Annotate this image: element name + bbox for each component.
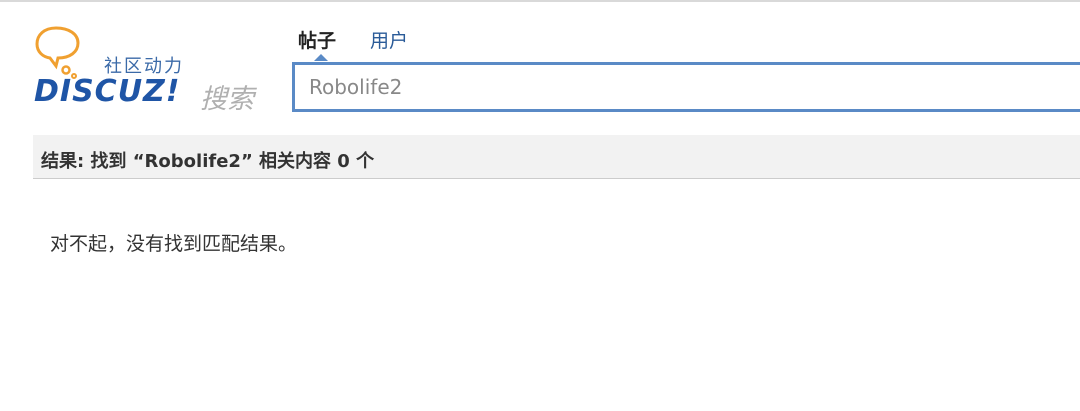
discuz-logo[interactable]: 社区动力 DISCUZ! 搜索 (34, 24, 264, 115)
tab-posts[interactable]: 帖子 (298, 26, 336, 53)
no-results-message: 对不起，没有找到匹配结果。 (50, 233, 298, 255)
active-tab-caret-icon (314, 54, 328, 61)
search-box (292, 62, 1080, 112)
result-header-bar: 结果: 找到 “Robolife2” 相关内容 0 个 (33, 135, 1080, 179)
result-summary: 结果: 找到 “Robolife2” 相关内容 0 个 (41, 151, 375, 172)
tab-users[interactable]: 用户 (370, 26, 408, 53)
search-input[interactable] (295, 65, 1080, 109)
logo-search-suffix: 搜索 (200, 84, 254, 115)
logo-wordmark: DISCUZ! (34, 74, 181, 109)
speech-bubble-icon (35, 26, 80, 79)
top-border (0, 0, 1080, 2)
